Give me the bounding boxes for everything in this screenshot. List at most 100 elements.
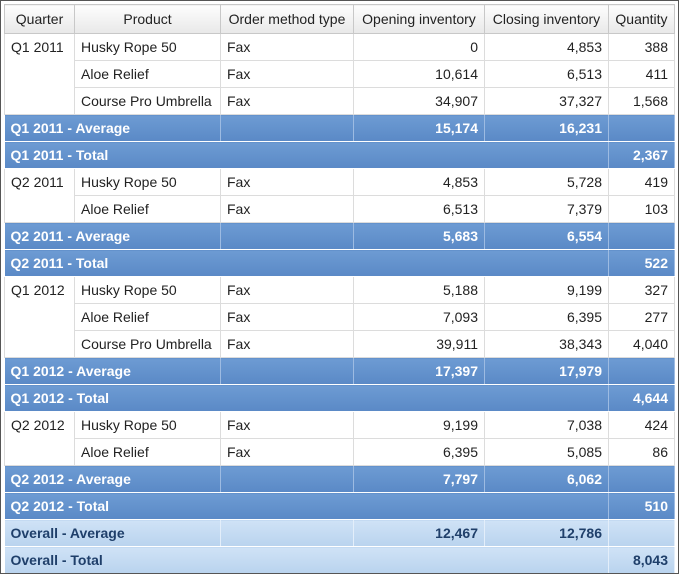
average-row: Q1 2011 - Average 15,174 16,231 (4, 114, 675, 142)
opening-inventory-cell: 39,911 (353, 330, 485, 358)
quantity-cell: 103 (608, 195, 675, 223)
total-label: Q2 2011 - Total (4, 249, 609, 277)
average-label: Q1 2012 - Average (4, 357, 221, 385)
quarter-cell: Q2 2011 (4, 168, 75, 223)
average-label: Q2 2012 - Average (4, 465, 221, 493)
overall-average-empty-cell (220, 519, 354, 547)
table-row: Course Pro Umbrella Fax 39,911 38,343 4,040 (5, 330, 675, 358)
overall-total-label: Overall - Total (4, 546, 609, 573)
opening-inventory-cell: 10,614 (353, 60, 485, 88)
product-cell: Aloe Relief (74, 195, 221, 223)
closing-inventory-cell: 6,395 (484, 303, 609, 331)
inventory-report-table: Quarter Product Order method type Openin… (4, 4, 675, 573)
closing-inventory-cell: 9,199 (484, 276, 609, 304)
average-closing-cell: 17,979 (484, 357, 609, 385)
total-quantity-cell: 4,644 (608, 384, 675, 412)
average-empty-cell (220, 465, 354, 493)
product-cell: Husky Rope 50 (74, 168, 221, 196)
product-cell: Husky Rope 50 (74, 411, 221, 439)
order-method-cell: Fax (220, 303, 354, 331)
overall-average-row: Overall - Average 12,467 12,786 (4, 519, 675, 547)
overall-total-quantity-cell: 8,043 (608, 546, 675, 573)
product-cell: Aloe Relief (74, 438, 221, 466)
average-quantity-empty-cell (608, 222, 675, 250)
order-method-cell: Fax (220, 411, 354, 439)
overall-total-row: Overall - Total 8,043 (4, 546, 675, 573)
opening-inventory-cell: 7,093 (353, 303, 485, 331)
average-opening-cell: 15,174 (353, 114, 485, 142)
average-closing-cell: 6,062 (484, 465, 609, 493)
table-row: Q1 2012 Husky Rope 50 Fax 5,188 9,199 327 (4, 276, 675, 358)
table-row: Aloe Relief Fax 6,513 7,379 103 (5, 195, 675, 223)
quantity-cell: 424 (608, 411, 675, 439)
closing-inventory-cell: 4,853 (484, 33, 609, 61)
column-header-quantity[interactable]: Quantity (608, 4, 675, 34)
average-row: Q2 2012 - Average 7,797 6,062 (4, 465, 675, 493)
quarter-cell: Q1 2011 (4, 33, 75, 115)
order-method-cell: Fax (220, 60, 354, 88)
table-row: Aloe Relief Fax 6,395 5,085 86 (5, 438, 675, 466)
quarter-cell: Q2 2012 (4, 411, 75, 466)
opening-inventory-cell: 0 (353, 33, 485, 61)
order-method-cell: Fax (220, 330, 354, 358)
product-cell: Husky Rope 50 (74, 33, 221, 61)
closing-inventory-cell: 7,379 (484, 195, 609, 223)
column-header-closing-inventory[interactable]: Closing inventory (484, 4, 609, 34)
closing-inventory-cell: 38,343 (484, 330, 609, 358)
table-row: Q2 2011 Husky Rope 50 Fax 4,853 5,728 419 (4, 168, 675, 223)
opening-inventory-cell: 9,199 (353, 411, 485, 439)
opening-inventory-cell: 6,395 (353, 438, 485, 466)
report-frame: Quarter Product Order method type Openin… (0, 0, 679, 574)
total-label: Q1 2012 - Total (4, 384, 609, 412)
product-cell: Course Pro Umbrella (74, 330, 221, 358)
quantity-cell: 419 (608, 168, 675, 196)
table-row: Q2 2012 Husky Rope 50 Fax 9,199 7,038 424 (4, 411, 675, 466)
order-method-cell: Fax (220, 168, 354, 196)
opening-inventory-cell: 6,513 (353, 195, 485, 223)
opening-inventory-cell: 4,853 (353, 168, 485, 196)
opening-inventory-cell: 5,188 (353, 276, 485, 304)
average-empty-cell (220, 357, 354, 385)
average-closing-cell: 6,554 (484, 222, 609, 250)
average-label: Q1 2011 - Average (4, 114, 221, 142)
quantity-cell: 1,568 (608, 87, 675, 115)
product-cell: Husky Rope 50 (74, 276, 221, 304)
average-empty-cell (220, 222, 354, 250)
average-row: Q1 2012 - Average 17,397 17,979 (4, 357, 675, 385)
product-cell: Aloe Relief (74, 303, 221, 331)
average-opening-cell: 17,397 (353, 357, 485, 385)
quantity-cell: 4,040 (608, 330, 675, 358)
average-quantity-empty-cell (608, 114, 675, 142)
closing-inventory-cell: 5,085 (484, 438, 609, 466)
overall-average-opening-cell: 12,467 (353, 519, 485, 547)
quantity-cell: 327 (608, 276, 675, 304)
average-label: Q2 2011 - Average (4, 222, 221, 250)
closing-inventory-cell: 5,728 (484, 168, 609, 196)
table-row: Aloe Relief Fax 7,093 6,395 277 (5, 303, 675, 331)
quarter-cell: Q1 2012 (4, 276, 75, 358)
average-quantity-empty-cell (608, 357, 675, 385)
quantity-cell: 277 (608, 303, 675, 331)
average-row: Q2 2011 - Average 5,683 6,554 (4, 222, 675, 250)
total-row: Q1 2012 - Total 4,644 (4, 384, 675, 412)
total-row: Q2 2012 - Total 510 (4, 492, 675, 520)
closing-inventory-cell: 7,038 (484, 411, 609, 439)
table-row: Aloe Relief Fax 10,614 6,513 411 (5, 60, 675, 88)
total-quantity-cell: 510 (608, 492, 675, 520)
column-header-quarter[interactable]: Quarter (4, 4, 75, 34)
product-cell: Aloe Relief (74, 60, 221, 88)
total-row: Q1 2011 - Total 2,367 (4, 141, 675, 169)
quantity-cell: 86 (608, 438, 675, 466)
column-header-opening-inventory[interactable]: Opening inventory (353, 4, 485, 34)
header-row: Quarter Product Order method type Openin… (4, 4, 675, 34)
total-quantity-cell: 2,367 (608, 141, 675, 169)
quantity-cell: 388 (608, 33, 675, 61)
average-empty-cell (220, 114, 354, 142)
total-label: Q2 2012 - Total (4, 492, 609, 520)
column-header-order-method-type[interactable]: Order method type (220, 4, 354, 34)
table-row: Course Pro Umbrella Fax 34,907 37,327 1,568 (5, 87, 675, 115)
closing-inventory-cell: 6,513 (484, 60, 609, 88)
order-method-cell: Fax (220, 195, 354, 223)
column-header-product[interactable]: Product (74, 4, 221, 34)
average-opening-cell: 7,797 (353, 465, 485, 493)
